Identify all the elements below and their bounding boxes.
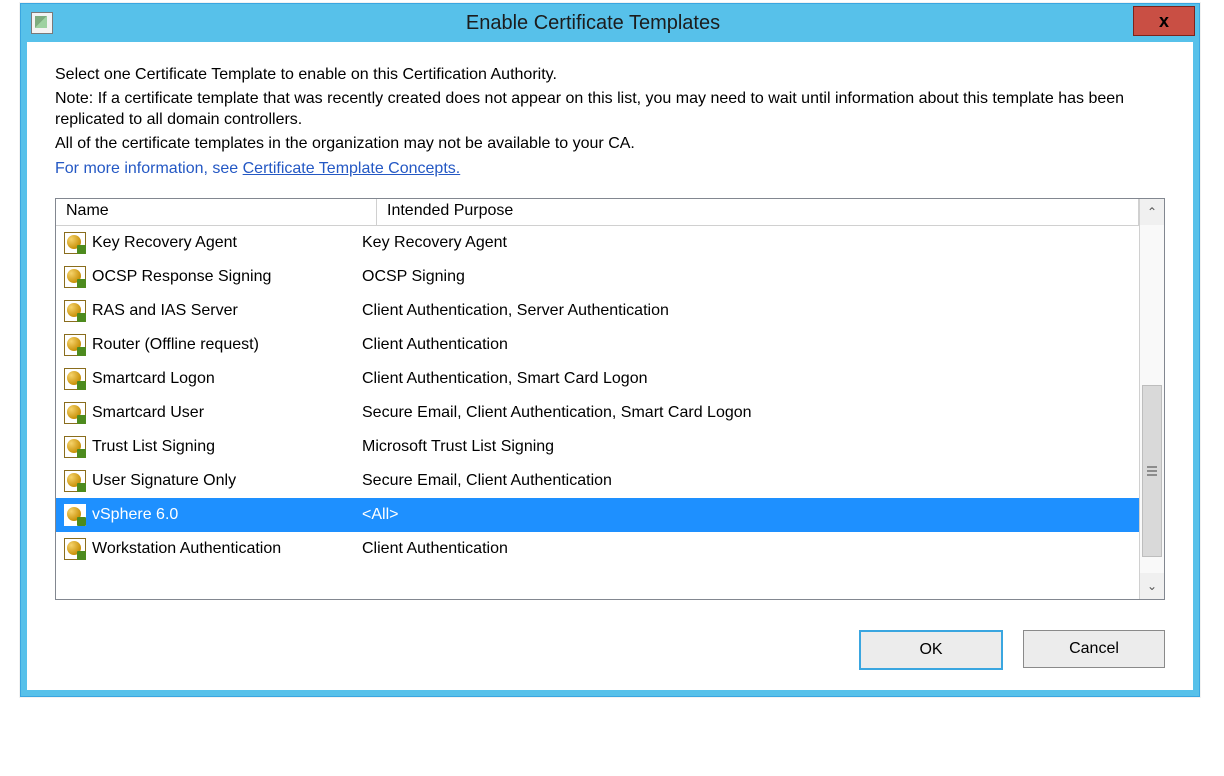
scroll-down-button[interactable]: ⌄: [1140, 573, 1164, 599]
table-row[interactable]: RAS and IAS ServerClient Authentication,…: [56, 294, 1139, 328]
cell-purpose: Client Authentication: [358, 336, 1139, 354]
intro-line: Note: If a certificate template that was…: [55, 88, 1165, 131]
certificate-template-icon: [64, 300, 86, 322]
dialog-window: Enable Certificate Templates x Select on…: [20, 3, 1200, 697]
scroll-track[interactable]: [1140, 225, 1164, 573]
cancel-button[interactable]: Cancel: [1023, 630, 1165, 668]
info-prefix: For more information, see: [55, 160, 243, 177]
vertical-scrollbar[interactable]: ⌃ ⌄: [1139, 199, 1164, 599]
certificate-template-icon: [64, 470, 86, 492]
cell-name: Smartcard User: [92, 404, 358, 422]
cell-purpose: Secure Email, Client Authentication: [358, 472, 1139, 490]
column-header-purpose[interactable]: Intended Purpose: [377, 199, 1139, 225]
certificate-template-icon: [64, 402, 86, 424]
cell-purpose: Client Authentication: [358, 540, 1139, 558]
certificate-template-icon: [64, 232, 86, 254]
cell-name: Key Recovery Agent: [92, 234, 358, 252]
grip-icon: [1147, 470, 1157, 472]
template-listbox: Name Intended Purpose Key Recovery Agent…: [55, 198, 1165, 600]
cell-name: Workstation Authentication: [92, 540, 358, 558]
table-row[interactable]: Router (Offline request)Client Authentic…: [56, 328, 1139, 362]
scroll-thumb[interactable]: [1142, 385, 1162, 557]
window-title: Enable Certificate Templates: [53, 12, 1133, 35]
ok-button[interactable]: OK: [859, 630, 1003, 670]
cell-purpose: OCSP Signing: [358, 268, 1139, 286]
table-row[interactable]: Key Recovery AgentKey Recovery Agent: [56, 226, 1139, 260]
column-header-name[interactable]: Name: [56, 199, 377, 225]
intro-text: Select one Certificate Template to enabl…: [55, 64, 1165, 180]
certificate-template-icon: [64, 368, 86, 390]
certificate-template-icon: [64, 538, 86, 560]
certificate-template-icon: [64, 266, 86, 288]
cell-purpose: Client Authentication, Server Authentica…: [358, 302, 1139, 320]
cell-name: Smartcard Logon: [92, 370, 358, 388]
intro-line: All of the certificate templates in the …: [55, 133, 1165, 155]
certificate-template-icon: [64, 436, 86, 458]
list-main: Name Intended Purpose Key Recovery Agent…: [56, 199, 1139, 599]
close-button[interactable]: x: [1133, 6, 1195, 36]
info-line: For more information, see Certificate Te…: [55, 158, 1165, 180]
cell-purpose: Microsoft Trust List Signing: [358, 438, 1139, 456]
cell-name: vSphere 6.0: [92, 506, 358, 524]
cell-purpose: Client Authentication, Smart Card Logon: [358, 370, 1139, 388]
info-link[interactable]: Certificate Template Concepts.: [243, 160, 461, 177]
intro-line: Select one Certificate Template to enabl…: [55, 64, 1165, 86]
cell-name: OCSP Response Signing: [92, 268, 358, 286]
table-row[interactable]: Smartcard LogonClient Authentication, Sm…: [56, 362, 1139, 396]
chevron-up-icon: ⌃: [1147, 205, 1157, 219]
dialog-body: Select one Certificate Template to enabl…: [21, 42, 1199, 696]
cell-purpose: Key Recovery Agent: [358, 234, 1139, 252]
chevron-down-icon: ⌄: [1147, 579, 1157, 593]
certificate-template-icon: [64, 334, 86, 356]
list-header: Name Intended Purpose: [56, 199, 1139, 226]
table-row[interactable]: OCSP Response SigningOCSP Signing: [56, 260, 1139, 294]
table-row[interactable]: Trust List SigningMicrosoft Trust List S…: [56, 430, 1139, 464]
table-row[interactable]: vSphere 6.0<All>: [56, 498, 1139, 532]
certificate-template-icon: [64, 504, 86, 526]
button-row: OK Cancel: [55, 630, 1165, 670]
cell-purpose: <All>: [358, 506, 1139, 524]
table-row[interactable]: Workstation AuthenticationClient Authent…: [56, 532, 1139, 566]
cell-purpose: Secure Email, Client Authentication, Sma…: [358, 404, 1139, 422]
cell-name: RAS and IAS Server: [92, 302, 358, 320]
table-row[interactable]: User Signature OnlySecure Email, Client …: [56, 464, 1139, 498]
close-icon: x: [1159, 11, 1169, 32]
table-row[interactable]: Smartcard UserSecure Email, Client Authe…: [56, 396, 1139, 430]
cell-name: Router (Offline request): [92, 336, 358, 354]
scroll-up-button[interactable]: ⌃: [1140, 199, 1164, 225]
cell-name: Trust List Signing: [92, 438, 358, 456]
system-menu-icon[interactable]: [31, 12, 53, 34]
cell-name: User Signature Only: [92, 472, 358, 490]
list-rows: Key Recovery AgentKey Recovery AgentOCSP…: [56, 226, 1139, 599]
titlebar[interactable]: Enable Certificate Templates x: [21, 4, 1199, 42]
